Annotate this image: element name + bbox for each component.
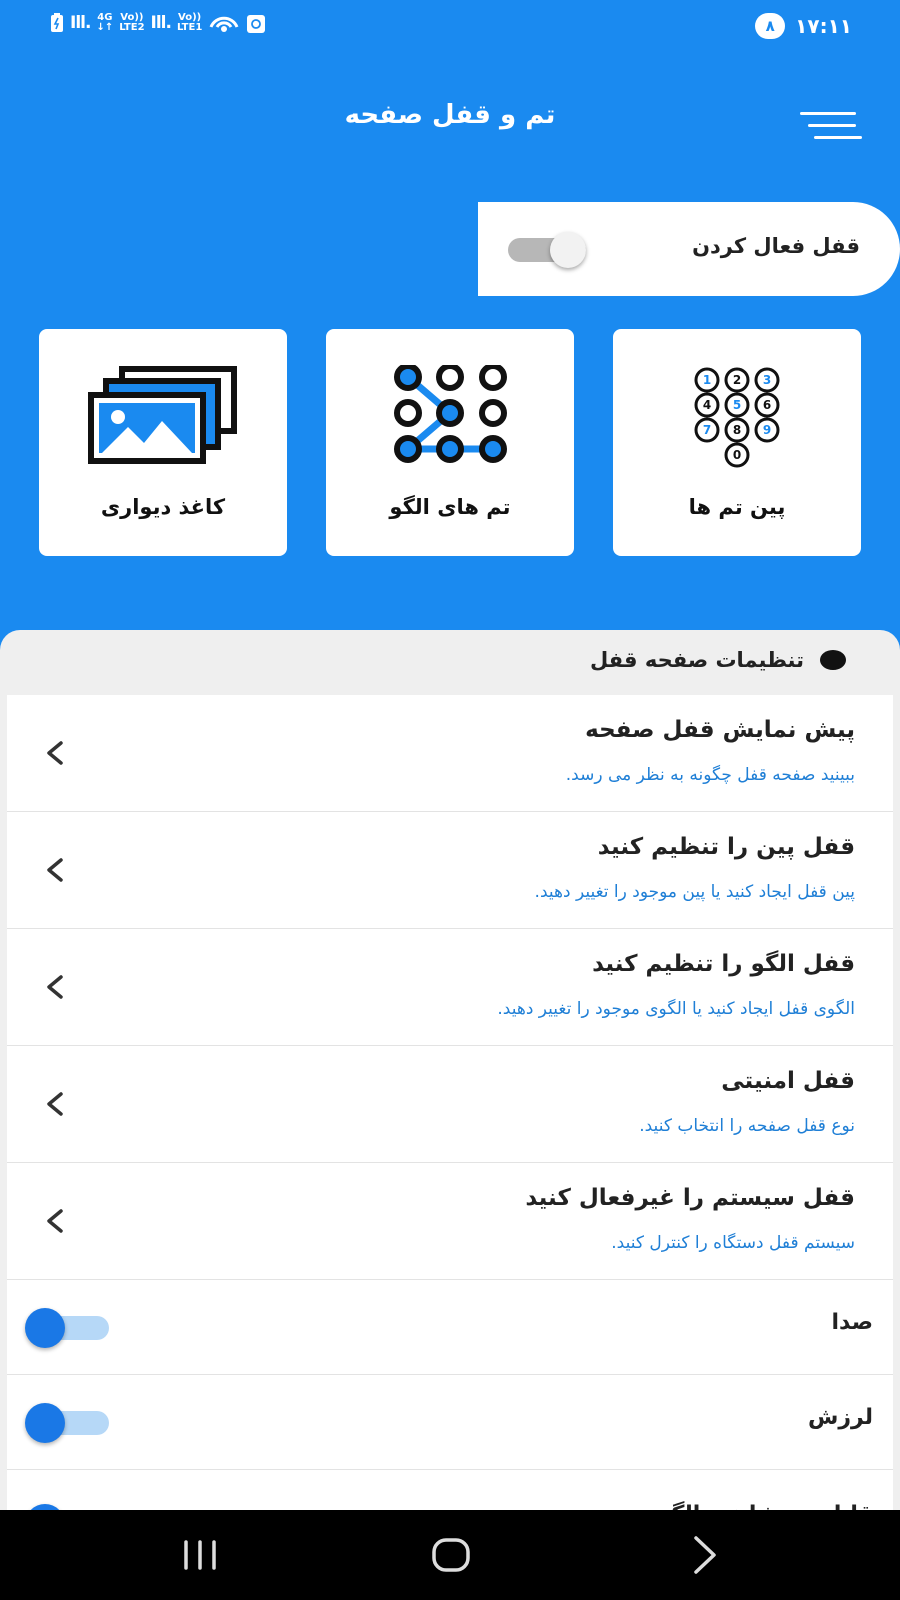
settings-panel: تنظیمات صفحه قفل پیش نمایش قفل صفحه ببین… [0, 630, 900, 1510]
wallpaper-card-label: کاغذ دیواری [100, 495, 226, 519]
vibration-label: لرزش [808, 1405, 873, 1430]
enable-lock-toggle[interactable] [508, 232, 594, 268]
svg-text:2: 2 [733, 373, 741, 387]
network-type: 4G ↓↑ [96, 12, 114, 33]
svg-text:3: 3 [763, 373, 771, 387]
list-item-subtitle: سیستم قفل دستگاه را کنترل کنید. [611, 1233, 855, 1253]
enable-lock-card: قفل فعال کردن [478, 202, 900, 296]
chevron-left-icon [47, 858, 63, 882]
status-right: ۸ ۱۷:۱۱ [755, 13, 852, 39]
volte-indicator-2: Vo)) LTE1 [176, 12, 203, 33]
set-pin-lock-item[interactable]: قفل پین را تنظیم کنید پین قفل ایجاد کنید… [7, 812, 893, 929]
signal-icon-2: Ill. [150, 12, 172, 33]
battery-saver-icon [51, 13, 63, 32]
toggle-knob [25, 1403, 65, 1443]
page-title: تم و قفل صفحه [344, 100, 556, 130]
signal-icon: Ill. [70, 12, 91, 33]
svg-text:4: 4 [703, 398, 711, 412]
pattern-visibility-row: قابلیت مشاهده الگو [7, 1470, 893, 1510]
disable-system-lock-item[interactable]: قفل سیستم را غیرفعال کنید سیستم قفل دستگ… [7, 1163, 893, 1280]
svg-text:9: 9 [763, 423, 771, 437]
back-icon[interactable] [674, 1530, 734, 1580]
sound-toggle[interactable] [25, 1308, 117, 1348]
svg-text:1: 1 [703, 373, 711, 387]
lock-preview-item[interactable]: پیش نمایش قفل صفحه ببینید صفحه قفل چگونه… [7, 695, 893, 812]
wallpaper-card[interactable]: کاغذ دیواری [39, 329, 287, 556]
list-item-subtitle: ببینید صفحه قفل چگونه به نظر می رسد. [565, 765, 855, 785]
recent-apps-icon[interactable] [170, 1530, 230, 1580]
section-title: تنظیمات صفحه قفل [589, 648, 804, 672]
section-header: تنظیمات صفحه قفل [590, 648, 846, 672]
chevron-left-icon [47, 975, 63, 999]
list-item-title: پیش نمایش قفل صفحه [585, 717, 855, 743]
status-icons: Ill. 4G ↓↑ Vo)) LTE2 Ill. Vo)) LTE1 [50, 12, 266, 34]
clock: ۱۷:۱۱ [795, 14, 852, 38]
list-item-subtitle: پین قفل ایجاد کنید یا پین موجود را تغییر… [534, 882, 855, 902]
chevron-left-icon [47, 741, 63, 765]
pattern-themes-card-label: تم های الگو [389, 495, 511, 519]
list-item-subtitle: نوع قفل صفحه را انتخاب کنید. [639, 1116, 855, 1136]
pattern-grid-icon [394, 365, 507, 463]
home-icon[interactable] [421, 1530, 481, 1580]
status-bar: Ill. 4G ↓↑ Vo)) LTE2 Ill. Vo)) LTE1 ۸ ۱۷:۱۱ [0, 0, 900, 54]
vibration-setting-row: لرزش [7, 1375, 893, 1470]
pin-themes-card[interactable]: 1 2 3 4 5 6 7 8 9 0 پین تم ها [613, 329, 861, 556]
pattern-visibility-label: قابلیت مشاهده الگو [658, 1502, 873, 1510]
sound-label: صدا [831, 1310, 873, 1335]
security-lock-item[interactable]: قفل امنیتی نوع قفل صفحه را انتخاب کنید. [7, 1046, 893, 1163]
set-pattern-lock-item[interactable]: قفل الگو را تنظیم کنید الگوی قفل ایجاد ک… [7, 929, 893, 1046]
chevron-left-icon [47, 1209, 63, 1233]
list-item-title: قفل الگو را تنظیم کنید [592, 951, 855, 977]
svg-text:8: 8 [733, 423, 741, 437]
sound-setting-row: صدا [7, 1280, 893, 1375]
pattern-themes-card[interactable]: تم های الگو [326, 329, 574, 556]
cleaner-icon [247, 15, 266, 33]
toggle-knob [550, 232, 586, 268]
pin-keypad-icon: 1 2 3 4 5 6 7 8 9 0 [694, 367, 780, 468]
system-nav-bar [0, 1510, 900, 1600]
battery-indicator: ۸ [755, 13, 786, 39]
list-item-subtitle: الگوی قفل ایجاد کنید یا الگوی موجود را ت… [497, 999, 855, 1019]
list-item-title: قفل پین را تنظیم کنید [597, 834, 855, 860]
svg-text:7: 7 [703, 423, 711, 437]
bullet-icon [820, 650, 846, 670]
volte-indicator-1: Vo)) LTE2 [119, 12, 145, 33]
enable-lock-label: قفل فعال کردن [692, 234, 860, 258]
menu-icon[interactable] [800, 108, 864, 144]
wallpaper-icon [88, 366, 237, 464]
svg-text:5: 5 [733, 398, 741, 412]
svg-text:0: 0 [733, 448, 741, 462]
settings-list: پیش نمایش قفل صفحه ببینید صفحه قفل چگونه… [7, 695, 893, 1510]
pin-themes-card-label: پین تم ها [688, 495, 786, 519]
vibration-toggle[interactable] [25, 1403, 117, 1443]
chevron-left-icon [47, 1092, 63, 1116]
hotspot-icon [209, 16, 239, 32]
svg-text:6: 6 [763, 398, 771, 412]
list-item-title: قفل سیستم را غیرفعال کنید [525, 1185, 855, 1211]
list-item-title: قفل امنیتی [721, 1068, 855, 1094]
toggle-knob [25, 1308, 65, 1348]
